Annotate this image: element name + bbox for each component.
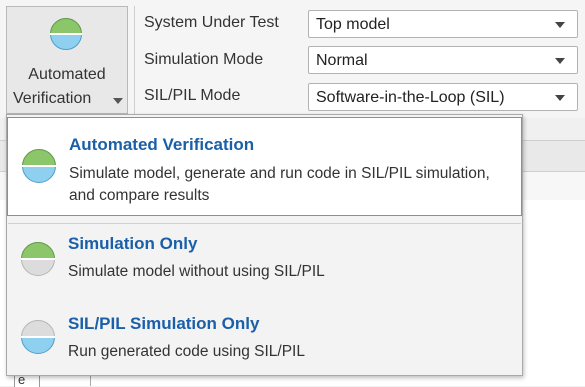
system-under-test-label: System Under Test <box>144 14 279 31</box>
sil-pil-mode-value: Software-in-the-Loop (SIL) <box>316 89 505 106</box>
chevron-down-icon[interactable] <box>113 98 123 104</box>
toolstrip: Automated Verification System Under Test… <box>0 0 585 118</box>
verification-mode-menu: Automated Verification Simulate model, g… <box>6 114 523 376</box>
verify-button-label-line2: Verification <box>13 90 92 107</box>
simulation-mode-select[interactable]: Normal <box>308 46 578 74</box>
menu-item-description: Simulate model without using SIL/PIL <box>68 263 325 280</box>
menu-divider <box>8 223 521 224</box>
green-circle-icon <box>20 241 56 282</box>
system-under-test-select[interactable]: Top model <box>308 10 578 38</box>
menu-item-title: Automated Verification <box>69 135 255 154</box>
menu-item-sil-pil-simulation-only[interactable]: SIL/PIL Simulation Only Run generated co… <box>7 305 522 373</box>
toolstrip-separator <box>134 6 135 114</box>
chevron-down-icon <box>555 22 565 28</box>
menu-item-automated-verification[interactable]: Automated Verification Simulate model, g… <box>7 117 522 216</box>
green-blue-circle-icon <box>49 17 83 56</box>
automated-verification-split-button[interactable]: Automated Verification <box>6 6 128 114</box>
menu-item-title: Simulation Only <box>68 234 198 253</box>
menu-item-simulation-only[interactable]: Simulation Only Simulate model without u… <box>7 227 522 299</box>
menu-item-description: Run generated code using SIL/PIL <box>68 343 305 360</box>
simulation-mode-value: Normal <box>316 52 368 69</box>
menu-item-description: Simulate model, generate and run code in… <box>69 165 490 204</box>
chevron-down-icon <box>555 58 565 64</box>
sil-pil-mode-select[interactable]: Software-in-the-Loop (SIL) <box>308 83 578 111</box>
sil-pil-mode-label: SIL/PIL Mode <box>144 87 241 104</box>
system-under-test-value: Top model <box>316 16 390 33</box>
green-blue-circle-icon <box>21 148 57 189</box>
chevron-down-icon <box>555 95 565 101</box>
blue-circle-icon <box>20 319 56 360</box>
verify-button-label-line1: Automated <box>28 66 106 83</box>
simulation-mode-label: Simulation Mode <box>144 51 264 68</box>
menu-item-title: SIL/PIL Simulation Only <box>68 314 260 333</box>
